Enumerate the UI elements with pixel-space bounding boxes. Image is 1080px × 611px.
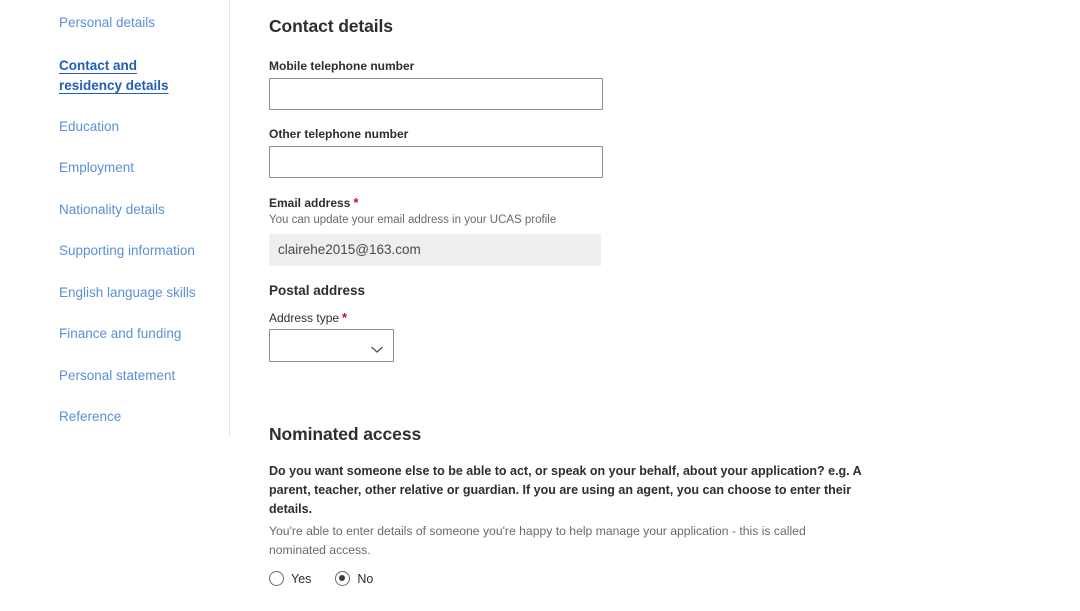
required-asterisk-icon: * bbox=[342, 310, 348, 325]
email-address-label-text: Email address bbox=[269, 196, 351, 210]
section-navigation-sidebar: Personal details Contact and residency d… bbox=[0, 0, 230, 611]
nominated-access-title: Nominated access bbox=[269, 424, 422, 444]
sidebar-item-contact-and-residency-details[interactable]: Contact and residency details bbox=[59, 56, 199, 96]
page-title: Contact details bbox=[269, 16, 393, 36]
sidebar-item-personal-details[interactable]: Personal details bbox=[59, 14, 209, 32]
sidebar-item-education[interactable]: Education bbox=[59, 118, 209, 136]
nominated-access-option-no-label: No bbox=[357, 571, 374, 586]
email-address-hint: You can update your email address in you… bbox=[269, 214, 557, 226]
nominated-access-option-no[interactable]: No bbox=[335, 571, 373, 586]
other-telephone-input[interactable] bbox=[269, 146, 603, 178]
email-address-label: Email address * bbox=[269, 195, 1080, 210]
sidebar-item-nationality-details[interactable]: Nationality details bbox=[59, 201, 209, 219]
address-type-label: Address type * bbox=[269, 310, 1080, 325]
address-type-select-wrapper bbox=[269, 329, 394, 362]
radio-checked-icon[interactable] bbox=[335, 571, 351, 586]
sidebar-item-personal-statement[interactable]: Personal statement bbox=[59, 367, 209, 385]
nominated-access-question: Do you want someone else to be able to a… bbox=[269, 464, 862, 516]
nominated-access-option-yes[interactable]: Yes bbox=[269, 571, 311, 586]
mobile-telephone-input[interactable] bbox=[269, 78, 603, 110]
radio-unchecked-icon[interactable] bbox=[269, 571, 284, 586]
postal-address-heading: Postal address bbox=[269, 283, 366, 298]
sidebar-item-reference[interactable]: Reference bbox=[59, 408, 209, 426]
address-type-label-text: Address type bbox=[269, 311, 340, 325]
other-telephone-label: Other telephone number bbox=[269, 127, 409, 141]
sidebar-item-finance-and-funding[interactable]: Finance and funding bbox=[59, 325, 209, 343]
field-other-telephone: Other telephone number bbox=[269, 127, 1080, 178]
mobile-telephone-label: Mobile telephone number bbox=[269, 59, 415, 73]
nominated-access-section: Nominated access Do you want someone els… bbox=[269, 424, 1080, 586]
field-mobile-telephone: Mobile telephone number bbox=[269, 59, 1080, 110]
sidebar-item-english-language-skills[interactable]: English language skills bbox=[59, 284, 209, 302]
sidebar-item-employment[interactable]: Employment bbox=[59, 159, 209, 177]
sidebar-divider bbox=[229, 0, 230, 437]
application-form-page: Personal details Contact and residency d… bbox=[0, 0, 1080, 611]
required-asterisk-icon: * bbox=[353, 195, 359, 210]
nominated-access-option-yes-label: Yes bbox=[291, 571, 312, 586]
nominated-access-hint: You're able to enter details of someone … bbox=[269, 524, 806, 557]
address-type-select[interactable] bbox=[269, 329, 394, 362]
main-content: Contact details Mobile telephone number … bbox=[269, 0, 1080, 611]
field-email-address: Email address * You can update your email… bbox=[269, 195, 1080, 266]
field-address-type: Address type * bbox=[269, 310, 1080, 362]
email-address-readonly-value: clairehe2015@163.com bbox=[269, 234, 601, 266]
nominated-access-radio-group: Yes No bbox=[269, 571, 1080, 586]
sidebar-item-supporting-information[interactable]: Supporting information bbox=[59, 242, 209, 260]
